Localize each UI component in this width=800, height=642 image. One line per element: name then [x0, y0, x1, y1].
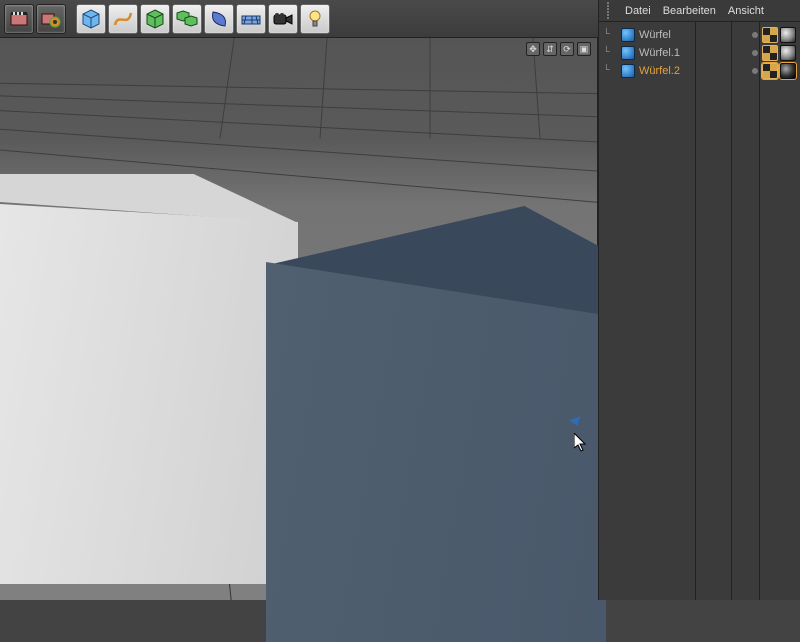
phong-tag-icon[interactable]	[762, 63, 778, 79]
render-view-button[interactable]	[4, 4, 34, 34]
tree-branch-icon: └	[603, 65, 617, 77]
environment-button[interactable]	[236, 4, 266, 34]
material-tag-icon[interactable]	[780, 63, 796, 79]
phong-tag-icon[interactable]	[762, 45, 778, 61]
render-settings-button[interactable]	[36, 4, 66, 34]
cube-icon	[621, 64, 635, 78]
column-divider[interactable]	[695, 22, 696, 600]
viewport-zoom-icon[interactable]: ⇵	[543, 42, 557, 56]
cube-icon	[621, 28, 635, 42]
main-toolbar	[0, 0, 598, 38]
cube-icon	[621, 46, 635, 60]
tree-branch-icon: └	[603, 29, 617, 41]
object-manager-panel: Datei Bearbeiten Ansicht └ Würfel └ Würf…	[598, 0, 800, 600]
material-tag-icon[interactable]	[780, 45, 796, 61]
panel-grip-icon[interactable]	[607, 2, 609, 19]
viewport-move-icon[interactable]: ✥	[526, 42, 540, 56]
object-tree: └ Würfel └ Würfel.1 └ Würfel.2	[599, 22, 800, 84]
object-row[interactable]: └ Würfel.1	[599, 44, 800, 62]
generator-button[interactable]	[140, 4, 170, 34]
viewport[interactable]: ✥ ⇵ ⟳ ▣	[0, 38, 598, 600]
viewport-maximize-icon[interactable]: ▣	[577, 42, 591, 56]
column-divider[interactable]	[759, 22, 760, 600]
panel-menu: Datei Bearbeiten Ansicht	[599, 0, 800, 22]
cube-primitive-button[interactable]	[76, 4, 106, 34]
array-button[interactable]	[172, 4, 202, 34]
light-button[interactable]	[300, 4, 330, 34]
camera-button[interactable]	[268, 4, 298, 34]
menu-file[interactable]: Datei	[625, 5, 651, 17]
phong-tag-icon[interactable]	[762, 27, 778, 43]
viewport-controls: ✥ ⇵ ⟳ ▣	[526, 42, 591, 56]
deformer-button[interactable]	[204, 4, 234, 34]
viewport-rotate-icon[interactable]: ⟳	[560, 42, 574, 56]
tree-branch-icon: └	[603, 47, 617, 59]
menu-edit[interactable]: Bearbeiten	[663, 5, 716, 17]
object-row[interactable]: └ Würfel.2	[599, 62, 800, 80]
column-divider[interactable]	[731, 22, 732, 600]
spline-tool-button[interactable]	[108, 4, 138, 34]
object-row[interactable]: └ Würfel	[599, 26, 800, 44]
material-tag-icon[interactable]	[780, 27, 796, 43]
menu-view[interactable]: Ansicht	[728, 5, 764, 17]
